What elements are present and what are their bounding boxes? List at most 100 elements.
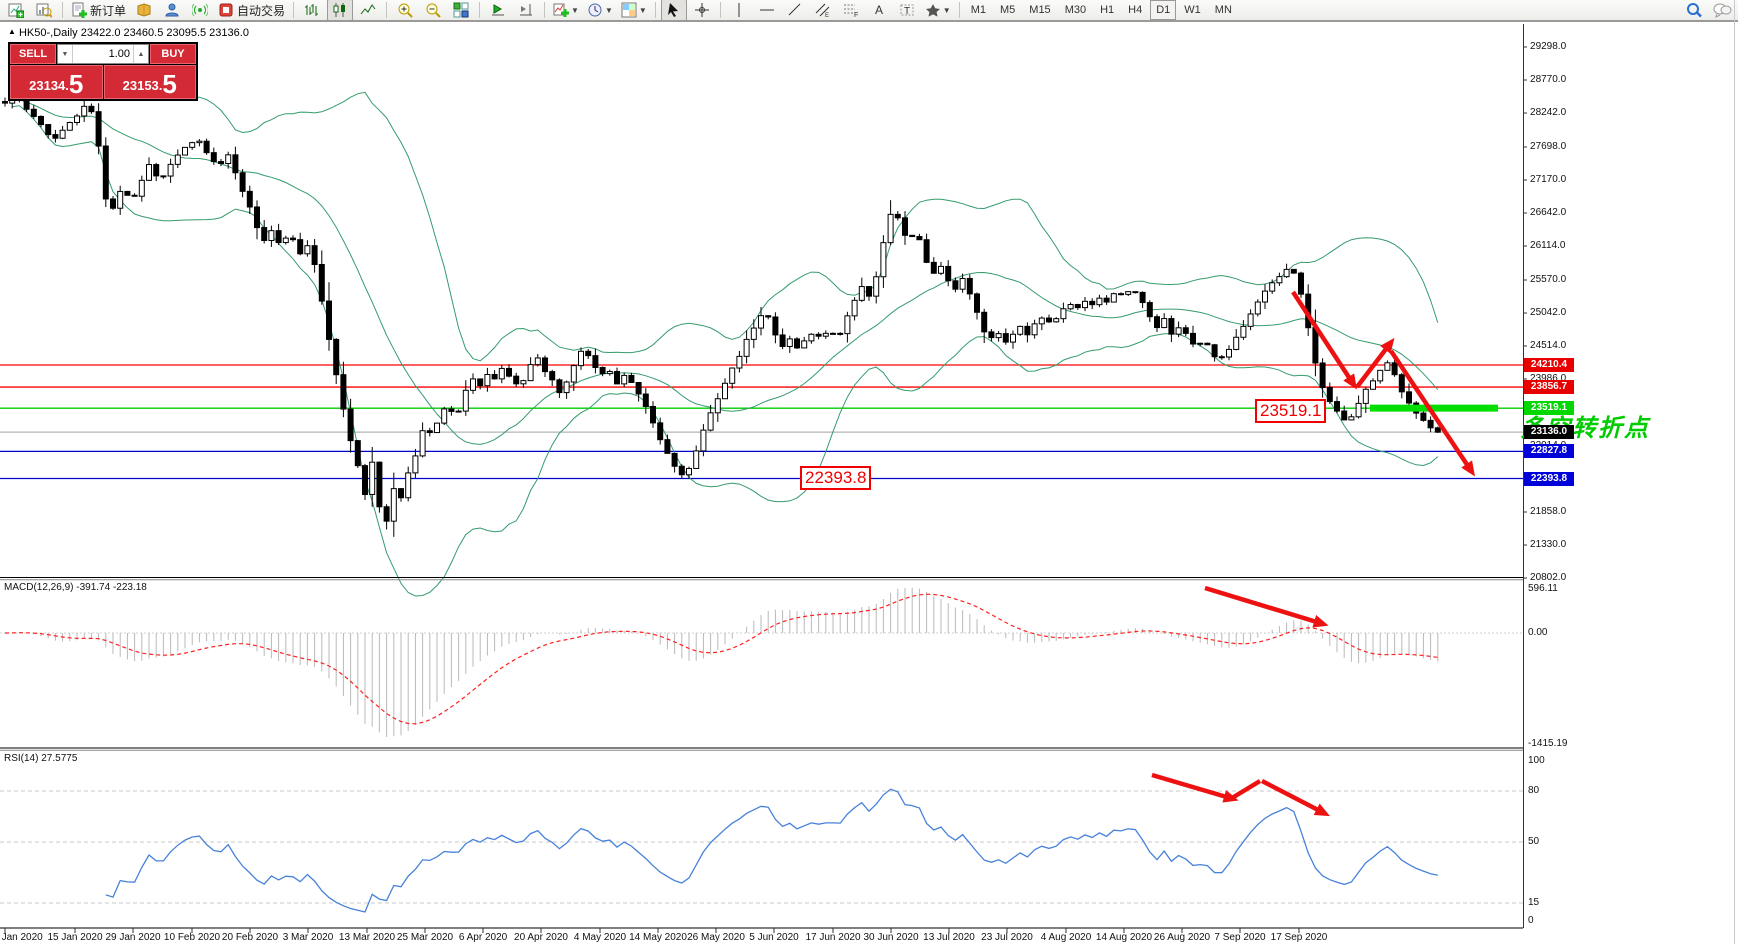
arrows-tool-icon[interactable]: ▼ [922,0,954,21]
profiles-icon[interactable] [31,0,57,21]
sell-price[interactable]: 23134. 5 [10,65,103,99]
timeframe-d1-button[interactable]: D1 [1150,0,1177,20]
time-axis-label: 14 Aug 2020 [1095,932,1153,943]
text-icon[interactable]: A [866,0,892,21]
auto-scroll-icon[interactable] [485,0,511,21]
rsi-axis-label: 50 [1528,836,1540,847]
rsi-indicator-label: RSI(14) 27.5775 [4,753,78,764]
rsi-axis-label: 0 [1528,915,1534,926]
time-axis-label: 4 Aug 2020 [1040,932,1092,943]
timeframe-mn-button[interactable]: MN [1209,0,1238,20]
tile-windows-icon[interactable] [448,0,474,21]
time-axis-label: 13 Mar 2020 [338,932,396,943]
toolbar-separator [386,2,388,18]
volume-increase-button[interactable]: ▲ [133,45,148,63]
line-chart-icon[interactable] [355,0,381,21]
price-axis-badge: 22827.8 [1524,444,1574,459]
price-axis-tick: 21858.0 [1528,506,1567,517]
price-axis-tick: 28770.0 [1528,74,1567,85]
dropdown-caret-icon[interactable]: ▼ [943,6,951,15]
time-axis-label: 5 Jun 2020 [749,932,799,943]
horizontal-line-icon[interactable] [754,0,780,21]
macd-indicator-label: MACD(12,26,9) -391.74 -223.18 [4,582,147,593]
dropdown-caret-icon[interactable]: ▼ [571,6,579,15]
dropdown-caret-icon[interactable]: ▼ [639,6,647,15]
toolbar-separator [544,2,546,18]
cursor-icon[interactable] [660,0,687,21]
fibonacci-icon[interactable]: F [838,0,864,21]
crosshair-icon[interactable] [689,0,715,21]
toolbar-separator [958,2,960,18]
search-icon[interactable] [1681,0,1707,21]
time-axis-label: 30 Jun 2020 [863,932,919,943]
buy-price[interactable]: 23153. 5 [103,65,196,99]
time-axis-label: 6 Apr 2020 [458,932,508,943]
zoom-out-icon[interactable] [420,0,446,21]
time-axis-label: 23 Jul 2020 [981,932,1033,943]
mt4-window: 新订单 自动交易 ▼ ▼ ▼ E F A T ▼ M1 M5 M15 M30 H1 H4 D1 W1 MN ▲ HK… [0,0,1738,944]
blue-level-price-label[interactable]: 22393.8 [800,466,872,490]
window-edge [1734,0,1735,944]
indicators-icon[interactable]: ▼ [550,0,582,21]
toolbar-separator [654,2,656,18]
trendline-icon[interactable] [782,0,808,21]
dropdown-caret-icon[interactable]: ▼ [605,6,613,15]
market-watch-icon[interactable] [131,0,157,21]
main-toolbar: 新订单 自动交易 ▼ ▼ ▼ E F A T ▼ M1 M5 M15 M30 H1 H4 D1 W1 MN [0,0,1738,22]
one-click-trading-panel: SELL ▼ ▲ BUY 23134.5 23153.5 [8,42,198,101]
price-axis-tick: 25042.0 [1528,307,1567,318]
green-level-price-label[interactable]: 23519.1 [1255,399,1327,423]
chat-icon[interactable] [1709,0,1735,21]
time-axis-label: 29 Jan 2020 [105,932,161,943]
new-chart-icon[interactable] [3,0,29,21]
vertical-line-icon[interactable] [726,0,752,21]
timeframe-m15-button[interactable]: M15 [1023,0,1056,20]
svg-text:T: T [904,6,910,17]
collapse-marker-icon[interactable]: ▲ [8,27,16,36]
buy-button[interactable]: BUY [150,44,196,64]
new-order-button[interactable]: 新订单 [68,0,129,21]
timeframe-m30-button[interactable]: M30 [1059,0,1092,20]
candlestick-chart-icon[interactable] [327,0,354,21]
price-axis-tick: 25570.0 [1528,274,1567,285]
toolbar-separator [62,2,63,18]
price-axis-tick: 26642.0 [1528,207,1567,218]
chart-shift-icon[interactable] [513,0,539,21]
signals-icon[interactable] [187,0,213,21]
price-axis-badge: 23136.0 [1524,425,1574,440]
periods-icon[interactable]: ▼ [584,0,616,21]
time-axis-label: 25 Mar 2020 [396,932,454,943]
timeframe-h4-button[interactable]: H4 [1122,0,1148,20]
time-axis-label: 20 Apr 2020 [514,932,568,943]
time-axis-label: 26 Aug 2020 [1153,932,1211,943]
timeframe-m1-button[interactable]: M1 [965,0,992,20]
timeframe-m5-button[interactable]: M5 [994,0,1021,20]
autotrading-button[interactable]: 自动交易 [215,0,288,21]
timeframe-w1-button[interactable]: W1 [1178,0,1207,20]
bars-chart-icon[interactable] [299,0,325,21]
price-axis-tick: 21330.0 [1528,539,1567,550]
price-axis-tick: 24514.0 [1528,340,1567,351]
time-axis-label: 13 Jul 2020 [923,932,975,943]
volume-decrease-button[interactable]: ▼ [58,45,73,63]
chart-title: ▲ HK50-,Daily 23422.0 23460.5 23095.5 23… [8,27,249,39]
text-label-icon[interactable]: T [894,0,920,21]
sell-button[interactable]: SELL [10,44,56,64]
time-axis-label: 14 May 2020 [629,932,687,943]
equidistant-channel-icon[interactable]: E [810,0,836,21]
volume-input[interactable] [73,45,133,63]
community-icon[interactable] [159,0,185,21]
price-axis-tick: 28242.0 [1528,107,1567,118]
price-axis-badge: 23856.7 [1524,380,1574,395]
zoom-in-icon[interactable] [392,0,418,21]
timeframe-h1-button[interactable]: H1 [1094,0,1120,20]
macd-axis-label: 0.00 [1528,627,1548,638]
chart-area[interactable]: ▲ HK50-,Daily 23422.0 23460.5 23095.5 23… [0,24,1738,944]
macd-axis-label: -1415.19 [1528,738,1568,749]
svg-text:A: A [875,3,883,17]
templates-icon[interactable]: ▼ [618,0,650,21]
toolbar-separator [719,2,721,18]
price-axis-tick: 29298.0 [1528,41,1567,52]
time-axis-label: 15 Jan 2020 [47,932,103,943]
macd-axis-label: 596.11 [1528,583,1558,594]
